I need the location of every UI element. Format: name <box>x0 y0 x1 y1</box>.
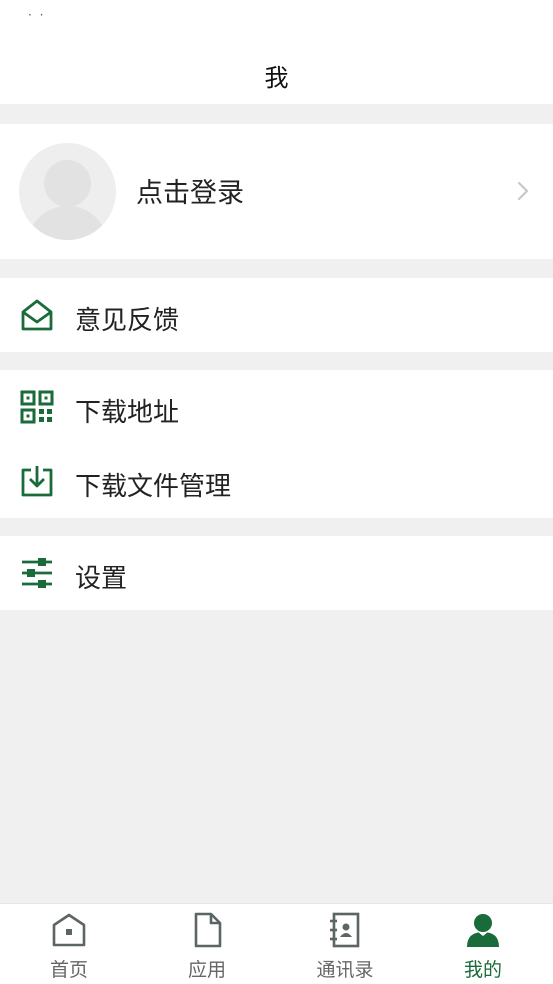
avatar-body <box>27 206 108 240</box>
profile-icon <box>467 914 499 947</box>
qr-code-icon <box>20 390 54 424</box>
tab-home[interactable]: 首页 <box>0 904 138 984</box>
avatar-head <box>44 160 91 207</box>
avatar[interactable] <box>19 143 116 240</box>
tab-label: 应用 <box>187 959 226 981</box>
menu-item-settings[interactable]: 设置 <box>0 536 553 610</box>
menu-item-label: 设置 <box>75 564 128 594</box>
page-header: 我 <box>0 28 553 104</box>
menu-item-download-manager[interactable]: 下载文件管理 <box>0 444 553 518</box>
tab-label: 通讯录 <box>316 959 374 981</box>
tab-label: 我的 <box>463 959 502 981</box>
tab-apps[interactable]: 应用 <box>138 904 276 984</box>
sliders-icon <box>22 558 52 588</box>
menu-item-feedback[interactable]: 意见反馈 <box>0 278 553 352</box>
tab-label: 首页 <box>49 959 88 981</box>
download-card: 下载地址 下载文件管理 <box>0 370 553 518</box>
status-fragment: · · <box>28 8 46 22</box>
download-box-icon <box>21 466 53 497</box>
login-label[interactable]: 点击登录 <box>136 171 244 210</box>
bottom-tab-bar: 首页 应用 通讯录 我的 <box>0 903 553 984</box>
feedback-card: 意见反馈 <box>0 278 553 352</box>
settings-card: 设置 <box>0 536 553 610</box>
contacts-book-icon <box>330 912 360 948</box>
menu-item-label: 下载地址 <box>75 398 180 428</box>
home-icon <box>52 913 86 947</box>
tab-contacts[interactable]: 通讯录 <box>276 904 414 984</box>
document-icon <box>194 912 222 948</box>
status-bar: · · <box>0 0 553 28</box>
login-card[interactable]: 点击登录 <box>0 124 553 259</box>
tab-me[interactable]: 我的 <box>414 904 552 984</box>
chevron-right-icon <box>517 181 529 201</box>
menu-item-label: 意见反馈 <box>75 306 180 336</box>
page-title: 我 <box>264 64 289 92</box>
mail-icon <box>21 299 53 331</box>
menu-item-label: 下载文件管理 <box>75 472 232 502</box>
menu-item-download-address[interactable]: 下载地址 <box>0 370 553 444</box>
